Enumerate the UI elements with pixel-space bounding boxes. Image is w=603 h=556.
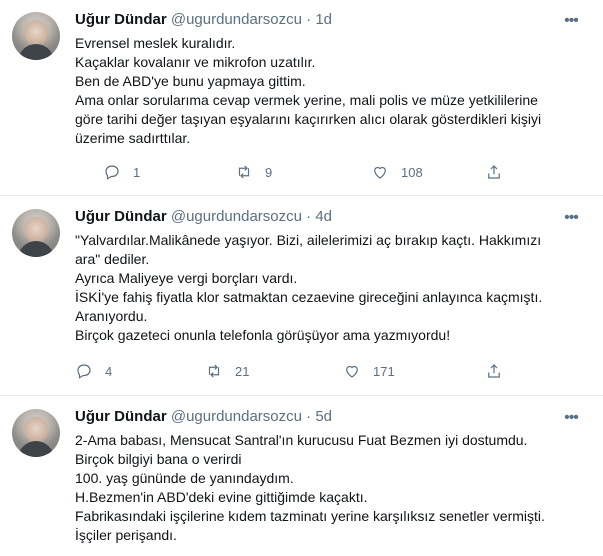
tweet-text-line: göre tarihi değer taşıyan eşyalarını kaç… [75, 111, 542, 127]
avatar[interactable] [12, 409, 60, 457]
tweet[interactable]: Uğur Dündar @ugurdundarsozcu · 4d ••• "Y… [0, 197, 603, 396]
tweet-text-line: "Yalvardılar.Malikânede yaşıyor. Bizi, a… [75, 232, 542, 248]
tweet-timestamp[interactable]: 4d [315, 208, 332, 225]
tweet-actions: 4 21 171 [75, 361, 515, 381]
tweet-text: Evrensel meslek kuralıdır. Kaçaklar kova… [75, 34, 585, 148]
separator-dot: · [306, 208, 312, 225]
tweet-text-line: üzerime sadırttılar. [75, 130, 191, 146]
like-count: 171 [373, 363, 395, 379]
like-button[interactable]: 108 [371, 162, 423, 182]
retweet-button[interactable]: 9 [235, 162, 272, 182]
reply-icon [105, 165, 119, 180]
retweet-count: 21 [235, 363, 250, 379]
more-icon[interactable]: ••• [561, 410, 581, 426]
author-name[interactable]: Uğur Dündar [75, 208, 167, 225]
avatar[interactable] [12, 209, 60, 257]
tweet-text-line: ara" dediler. [75, 251, 150, 267]
tweet-text-line: İSKİ'ye fahiş fiyatla klor satmaktan cez… [75, 289, 543, 305]
tweet-text-line: Ben de ABD'ye bunu yapmaya gittim. [75, 73, 306, 89]
reply-count: 1 [133, 164, 141, 180]
tweet-header: Uğur Dündar @ugurdundarsozcu · 5d [75, 407, 332, 427]
tweet-text-line: İşçiler perişandı. [75, 527, 177, 543]
like-count: 108 [401, 164, 423, 180]
share-button[interactable] [485, 361, 503, 381]
tweet-text-line: H.Bezmen'in ABD'deki evine gittiğimde ka… [75, 489, 368, 505]
tweet-text-line: 100. yaş gününde de yanındaydım. [75, 470, 294, 486]
tweet[interactable]: Uğur Dündar @ugurdundarsozcu · 1d ••• Ev… [0, 0, 603, 196]
tweet-text-line: Birçok bilgiyi bana o verirdi [75, 451, 242, 467]
tweet-text-line: Ayrıca Maliyeye vergi borçları vardı. [75, 270, 298, 286]
tweet-text: 2-Ama babası, Mensucat Santral'ın kurucu… [75, 431, 585, 545]
share-icon [488, 165, 500, 179]
reply-button[interactable]: 4 [75, 361, 112, 381]
author-name[interactable]: Uğur Dündar [75, 408, 167, 425]
reply-icon [77, 364, 91, 379]
more-icon[interactable]: ••• [561, 210, 581, 226]
share-icon [488, 364, 500, 378]
retweet-button[interactable]: 21 [205, 361, 249, 381]
avatar[interactable] [12, 12, 60, 60]
like-button[interactable]: 171 [343, 361, 395, 381]
tweet-text-line: Fabrikasındaki işçilerine kıdem tazminat… [75, 508, 545, 524]
separator-dot: · [306, 11, 312, 28]
tweet-feed: Uğur Dündar @ugurdundarsozcu · 1d ••• Ev… [0, 0, 603, 556]
author-name[interactable]: Uğur Dündar [75, 11, 167, 28]
tweet-text-line: Birçok gazeteci onunla telefonla görüşüy… [75, 327, 451, 343]
author-handle[interactable]: @ugurdundarsozcu [171, 11, 302, 28]
tweet-text-line: Kaçaklar kovalanır ve mikrofon uzatılır. [75, 54, 316, 70]
more-icon[interactable]: ••• [561, 13, 581, 29]
tweet-text-line: Aranıyordu. [75, 308, 148, 324]
like-icon [346, 365, 358, 378]
author-handle[interactable]: @ugurdundarsozcu [171, 208, 302, 225]
retweet-count: 9 [265, 164, 273, 180]
tweet-header: Uğur Dündar @ugurdundarsozcu · 1d [75, 10, 332, 30]
tweet-text-line: 2-Ama babası, Mensucat Santral'ın kurucu… [75, 432, 528, 448]
tweet-actions: 1 9 108 [75, 162, 515, 182]
like-icon [374, 166, 386, 179]
tweet-text-line: Evrensel meslek kuralıdır. [75, 35, 236, 51]
tweet-timestamp[interactable]: 5d [315, 408, 332, 425]
separator-dot: · [306, 408, 312, 425]
tweet[interactable]: Uğur Dündar @ugurdundarsozcu · 5d ••• 2-… [0, 397, 603, 556]
tweet-timestamp[interactable]: 1d [315, 11, 332, 28]
retweet-icon [238, 165, 250, 179]
retweet-icon [208, 364, 220, 378]
reply-count: 4 [105, 363, 113, 379]
share-button[interactable] [485, 162, 503, 182]
author-handle[interactable]: @ugurdundarsozcu [171, 408, 302, 425]
tweet-text-line: Ama onlar sorularıma cevap vermek yerine… [75, 92, 538, 108]
tweet-text: "Yalvardılar.Malikânede yaşıyor. Bizi, a… [75, 231, 585, 345]
tweet-header: Uğur Dündar @ugurdundarsozcu · 4d [75, 207, 332, 227]
reply-button[interactable]: 1 [103, 162, 140, 182]
